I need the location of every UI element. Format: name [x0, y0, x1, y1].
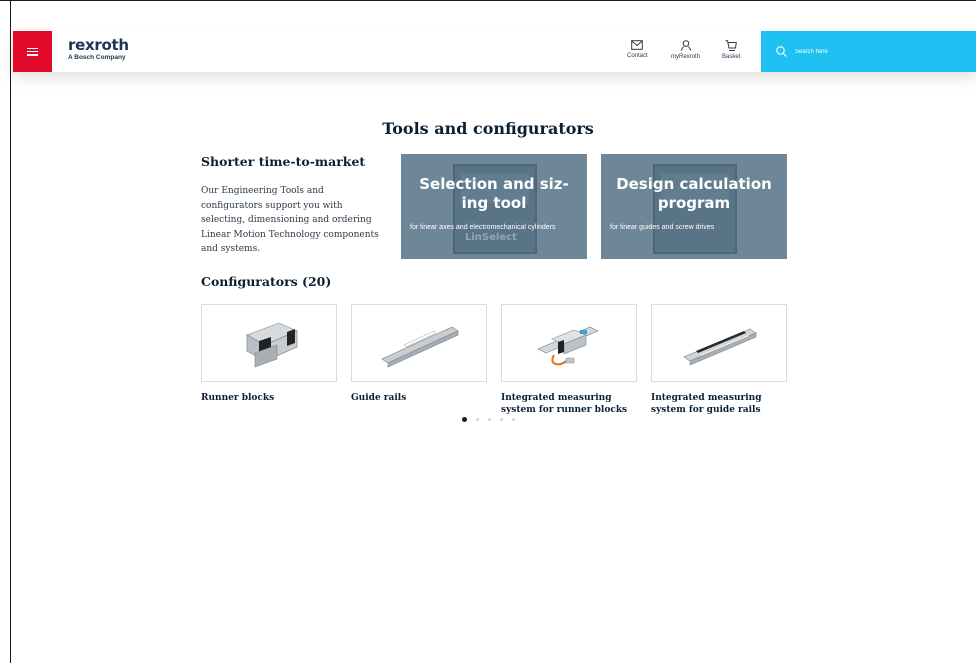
intro-heading: Shorter time-to-market: [201, 154, 366, 169]
logo-tagline: A Bosch Company: [68, 54, 126, 61]
tool-card-design-calculation[interactable]: Design calculation program for linear gu…: [601, 154, 787, 259]
logo-wordmark: rexroth: [68, 36, 129, 54]
configurator-runner-blocks[interactable]: Runner blocks: [201, 304, 337, 404]
guide-rail-image: [351, 304, 487, 382]
page-title: Tools and configurators: [382, 119, 594, 138]
site-header: rexroth A Bosch Company Contact myRexrot…: [13, 31, 976, 72]
tool-subtitle: for linear guides and screw drives: [610, 224, 715, 231]
mail-icon: [631, 40, 644, 50]
measuring-rail-image: [651, 304, 787, 382]
configurator-name: Guide rails: [351, 393, 407, 403]
tool-title-line2: program: [657, 194, 731, 212]
configurator-name: Integrated measuring system for guide ra…: [651, 393, 762, 415]
carousel-dot[interactable]: [488, 418, 491, 421]
search-bar[interactable]: [761, 31, 976, 72]
tool-subtitle: for linear axes and electromechanical cy…: [410, 224, 556, 231]
carousel-pagination: [462, 417, 515, 422]
runner-block-image: [201, 304, 337, 382]
tool-title-line1: Design calculation: [616, 175, 772, 193]
search-input[interactable]: [793, 47, 947, 56]
basket-link[interactable]: Basket: [722, 40, 740, 60]
myrexroth-label: myRexroth: [671, 54, 701, 60]
tool-card-selection-sizing[interactable]: LinSelect Selection and siz- ing tool fo…: [401, 154, 587, 259]
configurator-measuring-guide-rails[interactable]: Integrated measuring system for guide ra…: [651, 304, 787, 416]
carousel-dot[interactable]: [500, 418, 503, 421]
tool-title: Design calculation program: [601, 175, 787, 213]
intro-text: Our Engineering Tools and configurators …: [201, 186, 379, 254]
logo[interactable]: rexroth A Bosch Company: [68, 36, 129, 62]
carousel-dot[interactable]: [476, 418, 479, 421]
window-border-left: [10, 0, 11, 663]
user-icon: [680, 40, 691, 51]
tool-title-line1: Selection and siz-: [419, 175, 569, 193]
tool-title-line2: ing tool: [461, 194, 527, 212]
basket-icon: [725, 40, 738, 51]
myrexroth-link[interactable]: myRexroth: [671, 40, 700, 60]
contact-link[interactable]: Contact: [627, 40, 648, 59]
contact-label: Contact: [627, 53, 648, 59]
measuring-runner-image: [501, 304, 637, 382]
basket-label: Basket: [722, 54, 741, 60]
search-icon[interactable]: [776, 46, 787, 57]
menu-button[interactable]: [13, 31, 52, 72]
configurators-heading: Configurators (20): [201, 274, 332, 289]
hamburger-icon: [27, 47, 38, 56]
carousel-dot[interactable]: [462, 417, 467, 422]
tool-title: Selection and siz- ing tool: [401, 175, 587, 213]
carousel-dot[interactable]: [512, 418, 515, 421]
configurator-name: Runner blocks: [201, 393, 275, 403]
configurator-measuring-runner-blocks[interactable]: Integrated measuring system for runner b…: [501, 304, 637, 416]
configurator-name: Integrated measuring system for runner b…: [501, 393, 628, 415]
window-border-top: [0, 0, 976, 1]
configurator-guide-rails[interactable]: Guide rails: [351, 304, 487, 404]
